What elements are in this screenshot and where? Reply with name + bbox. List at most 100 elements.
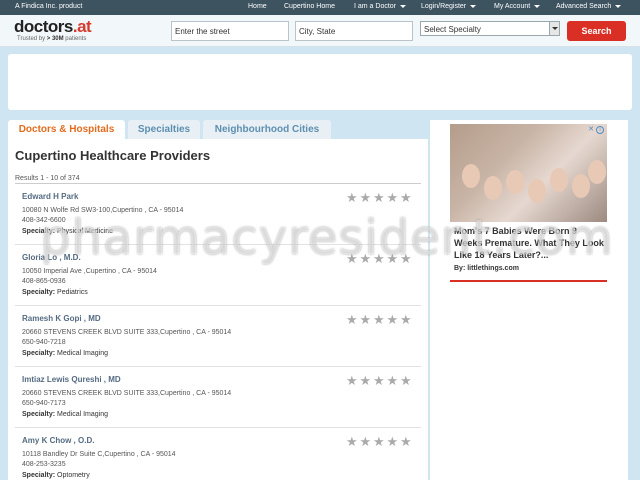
tab-specialties[interactable]: Specialties xyxy=(128,120,200,139)
provider-item: Amy K Chow , O.D. 10118 Bandley Dr Suite… xyxy=(15,428,421,480)
ad-photo-shape xyxy=(572,174,590,198)
ad-photo-shape xyxy=(506,170,524,194)
top-bar: A Findica Inc. product Home Cupertino Ho… xyxy=(0,0,640,15)
star-icon: ★ xyxy=(346,190,358,205)
star-icon: ★ xyxy=(346,434,358,449)
specialty-label: Specialty: xyxy=(22,411,56,418)
nav-advanced-search[interactable]: Advanced Search xyxy=(556,3,622,10)
provider-address: 10118 Bandley Dr Suite C,Cupertino , CA … xyxy=(22,451,176,458)
specialty-value: Medical Imaging xyxy=(57,350,108,357)
brand-text: A Findica Inc. product xyxy=(15,3,83,10)
specialty-value: Optometry xyxy=(57,472,90,479)
star-rating[interactable]: ★ ★ ★ ★ ★ xyxy=(346,191,414,204)
provider-specialty: Specialty: Medical Imaging xyxy=(22,350,108,357)
chevron-down-icon xyxy=(534,5,541,8)
star-icon: ★ xyxy=(373,312,385,327)
chevron-down-icon xyxy=(470,5,477,8)
nav-cupertino-home-label: Cupertino Home xyxy=(284,3,335,10)
star-rating[interactable]: ★ ★ ★ ★ ★ xyxy=(346,374,414,387)
nav-home[interactable]: Home xyxy=(248,3,267,10)
provider-item: Ramesh K Gopi , MD 20660 STEVENS CREEK B… xyxy=(15,306,421,367)
star-icon: ★ xyxy=(386,312,399,327)
nav-i-am-a-doctor[interactable]: I am a Doctor xyxy=(354,3,407,10)
provider-name-link[interactable]: Amy K Chow , O.D. xyxy=(22,436,94,445)
info-icon[interactable]: i xyxy=(596,126,604,134)
tagline: Trusted by > 30M patients xyxy=(17,36,86,42)
sidebar-ad: Mom's 7 Babies Were Born 9 Weeks Prematu… xyxy=(430,120,628,480)
results-count: Results 1 - 10 of 374 xyxy=(15,175,80,182)
ad-source: By: littlethings.com xyxy=(454,265,519,272)
nav-login-label: Login/Register xyxy=(421,3,467,10)
ad-photo-shape xyxy=(462,164,480,188)
provider-specialty: Specialty: Optometry xyxy=(22,472,90,479)
provider-item: Imtiaz Lewis Qureshi , MD 20660 STEVENS … xyxy=(15,367,421,428)
provider-name-link[interactable]: Edward H Park xyxy=(22,192,78,201)
nav-home-label: Home xyxy=(248,3,267,10)
tagline-prefix: Trusted by xyxy=(17,36,47,42)
page-title: Cupertino Healthcare Providers xyxy=(15,148,211,163)
specialty-label: Specialty: xyxy=(22,472,56,479)
nav-cupertino-home[interactable]: Cupertino Home xyxy=(284,3,335,10)
chevron-down-icon xyxy=(549,22,559,35)
ad-photo-shape xyxy=(588,160,606,184)
nav-doctor-label: I am a Doctor xyxy=(354,3,397,10)
provider-phone: 650-940-7173 xyxy=(22,400,66,407)
provider-phone: 408-253-3235 xyxy=(22,461,66,468)
star-icon: ★ xyxy=(346,373,358,388)
star-icon: ★ xyxy=(359,190,372,205)
provider-address: 20660 STEVENS CREEK BLVD SUITE 333,Cuper… xyxy=(22,329,232,336)
nav-advanced-label: Advanced Search xyxy=(556,3,612,10)
star-rating[interactable]: ★ ★ ★ ★ ★ xyxy=(346,435,414,448)
star-icon: ★ xyxy=(359,373,372,388)
providers-panel: Cupertino Healthcare Providers Results 1… xyxy=(8,139,428,480)
tab-neighbourhood-cities[interactable]: Neighbourhood Cities xyxy=(203,120,331,139)
star-rating[interactable]: ★ ★ ★ ★ ★ xyxy=(346,313,414,326)
provider-phone: 408-865-0936 xyxy=(22,278,66,285)
star-icon: ★ xyxy=(386,434,399,449)
provider-address: 10050 Imperial Ave ,Cupertino , CA - 950… xyxy=(22,268,157,275)
star-icon: ★ xyxy=(400,312,412,327)
star-icon: ★ xyxy=(346,312,358,327)
star-icon: ★ xyxy=(400,190,412,205)
specialty-select-value: Select Specialty xyxy=(424,25,481,34)
nav-account-label: My Account xyxy=(494,3,531,10)
ad-photo-shape xyxy=(528,179,546,203)
nav-my-account[interactable]: My Account xyxy=(494,3,541,10)
specialty-value: Pediatrics xyxy=(57,289,88,296)
star-icon: ★ xyxy=(373,434,385,449)
provider-name-link[interactable]: Ramesh K Gopi , MD xyxy=(22,314,101,323)
provider-phone: 650-940-7218 xyxy=(22,339,66,346)
tab-doctors-hospitals[interactable]: Doctors & Hospitals xyxy=(8,120,125,139)
close-icon[interactable]: ✕ xyxy=(587,126,595,134)
chevron-down-icon xyxy=(400,5,407,8)
specialty-label: Specialty: xyxy=(22,289,56,296)
specialty-value: Medical Imaging xyxy=(57,411,108,418)
specialty-select[interactable]: Select Specialty xyxy=(420,21,560,36)
star-icon: ★ xyxy=(386,190,399,205)
chevron-down-icon xyxy=(615,5,622,8)
star-icon: ★ xyxy=(400,434,412,449)
logo-tld: .at xyxy=(72,17,92,36)
star-icon: ★ xyxy=(359,434,372,449)
provider-name-link[interactable]: Imtiaz Lewis Qureshi , MD xyxy=(22,375,121,384)
ad-photo-shape xyxy=(484,176,502,200)
star-icon: ★ xyxy=(359,312,372,327)
site-logo[interactable]: doctors.at xyxy=(14,17,92,37)
street-input[interactable]: Enter the street xyxy=(171,21,289,41)
ad-image[interactable] xyxy=(450,124,607,222)
search-button[interactable]: Search xyxy=(567,21,626,41)
watermark: pharmacyresident.com xyxy=(40,210,614,266)
city-input[interactable]: City, State xyxy=(295,21,413,41)
tagline-suffix: patients xyxy=(63,36,87,42)
star-icon: ★ xyxy=(386,373,399,388)
nav-login-register[interactable]: Login/Register xyxy=(421,3,477,10)
tagline-count: > 30M xyxy=(46,36,64,42)
star-icon: ★ xyxy=(373,373,385,388)
provider-specialty: Specialty: Pediatrics xyxy=(22,289,88,296)
provider-address: 20660 STEVENS CREEK BLVD SUITE 333,Cuper… xyxy=(22,390,232,397)
provider-specialty: Specialty: Medical Imaging xyxy=(22,411,108,418)
star-icon: ★ xyxy=(373,190,385,205)
ad-banner xyxy=(8,54,632,110)
ad-photo-shape xyxy=(550,168,568,192)
logo-text: doctors xyxy=(14,17,73,36)
